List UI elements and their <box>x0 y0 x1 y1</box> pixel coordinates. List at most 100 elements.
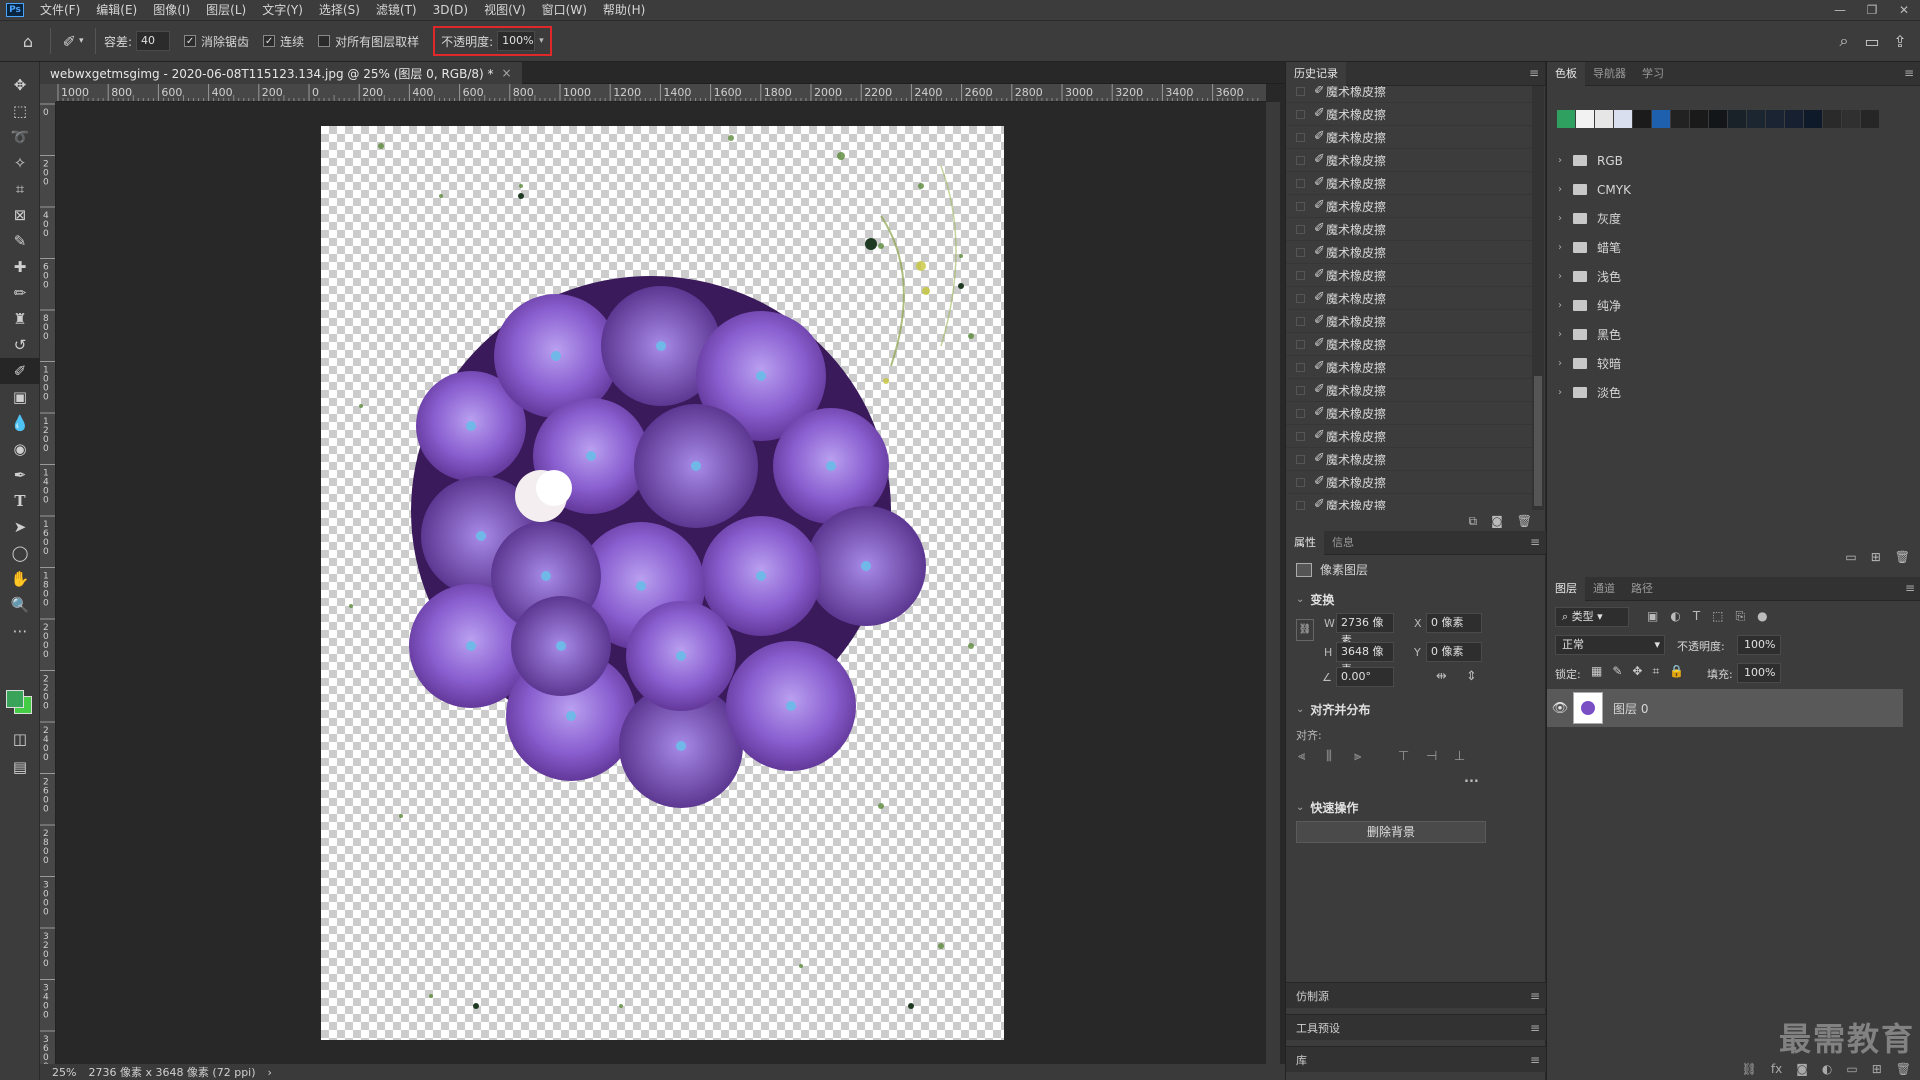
align-top-icon[interactable]: ⊤ <box>1398 749 1409 764</box>
swatch-group[interactable]: › 较暗 <box>1547 349 1920 378</box>
height-input[interactable]: 3648 像素 <box>1336 642 1394 676</box>
contiguous-checkbox[interactable]: ✓ 连续 <box>263 33 304 50</box>
hand-tool-icon[interactable]: ✋ <box>0 566 40 592</box>
menu-edit[interactable]: 编辑(E) <box>88 0 145 20</box>
status-menu-arrow[interactable]: › <box>268 1066 272 1079</box>
swatch-group[interactable]: › 灰度 <box>1547 204 1920 233</box>
panel-menu-icon[interactable]: ≡ <box>1530 1021 1540 1035</box>
history-source-checkbox[interactable] <box>1296 110 1305 119</box>
lock-artboard-icon[interactable]: ⌗ <box>1652 664 1659 679</box>
mask-icon[interactable]: ◙ <box>1796 1062 1808 1076</box>
new-document-from-state-icon[interactable]: ⧉ <box>1469 514 1478 529</box>
panel-menu-icon[interactable]: ≡ <box>1904 66 1914 80</box>
chevron-right-icon[interactable]: › <box>1551 271 1569 282</box>
align-bottom-icon[interactable]: ⊥ <box>1454 749 1465 764</box>
trash-icon[interactable]: 🗑 <box>1896 1062 1911 1076</box>
history-item[interactable]: ✐ 魔术橡皮擦 <box>1286 241 1532 264</box>
color-swatch[interactable] <box>1728 110 1746 128</box>
magic-eraser-preset-icon[interactable]: ✐ ▾ <box>59 27 87 55</box>
tab-layers[interactable]: 图层 <box>1547 576 1585 601</box>
swatch-group[interactable]: › CMYK <box>1547 175 1920 204</box>
angle-input[interactable]: 0.00° <box>1336 667 1394 687</box>
history-brush-tool-icon[interactable]: ↺ <box>0 332 40 358</box>
history-source-checkbox[interactable] <box>1296 87 1305 96</box>
align-vcenter-icon[interactable]: ⊣ <box>1426 749 1437 764</box>
history-source-checkbox[interactable] <box>1296 501 1305 510</box>
group-icon[interactable]: ▭ <box>1846 1062 1857 1076</box>
stamp-tool-icon[interactable]: ♜ <box>0 306 40 332</box>
history-scrollbar[interactable] <box>1532 86 1544 510</box>
align-left-icon[interactable]: ⫷ <box>1298 749 1305 764</box>
clone-source-panel[interactable]: 仿制源 ≡ <box>1286 982 1546 1008</box>
canvas-area[interactable] <box>56 102 1266 1064</box>
swatch-group[interactable]: › 浅色 <box>1547 262 1920 291</box>
panel-menu-icon[interactable]: ≡ <box>1905 581 1915 595</box>
tab-channels[interactable]: 通道 <box>1585 577 1623 601</box>
menu-type[interactable]: 文字(Y) <box>254 0 311 20</box>
fx-icon[interactable]: fx <box>1771 1062 1782 1076</box>
chevron-right-icon[interactable]: › <box>1551 387 1569 398</box>
history-item[interactable]: ✐ 魔术橡皮擦 <box>1286 471 1532 494</box>
adjustment-filter-icon[interactable]: ◐ <box>1670 609 1680 624</box>
home-icon[interactable]: ⌂ <box>14 27 42 55</box>
history-source-checkbox[interactable] <box>1296 133 1305 142</box>
tab-info[interactable]: 信息 <box>1324 531 1362 555</box>
tab-swatches[interactable]: 色板 <box>1547 61 1585 86</box>
search-icon[interactable]: ⌕ <box>1830 27 1858 55</box>
color-swatch[interactable] <box>1861 110 1879 128</box>
chevron-right-icon[interactable]: › <box>1551 184 1569 195</box>
color-swatch[interactable] <box>1576 110 1594 128</box>
y-input[interactable]: 0 像素 <box>1426 642 1482 662</box>
remove-background-button[interactable]: 删除背景 <box>1296 821 1486 843</box>
history-source-checkbox[interactable] <box>1296 340 1305 349</box>
crop-tool-icon[interactable]: ⌗ <box>0 176 40 202</box>
history-item[interactable]: ✐ 魔术橡皮擦 <box>1286 264 1532 287</box>
image-filter-icon[interactable]: ▣ <box>1647 609 1658 624</box>
tab-history[interactable]: 历史记录 <box>1286 61 1346 86</box>
history-item[interactable]: ✐ 魔术橡皮擦 <box>1286 379 1532 402</box>
eye-icon[interactable]: 👁 <box>1547 701 1573 716</box>
history-item[interactable]: ✐ 魔术橡皮擦 <box>1286 86 1532 103</box>
frame-tool-icon[interactable]: ⊠ <box>0 202 40 228</box>
history-source-checkbox[interactable] <box>1296 386 1305 395</box>
move-tool-icon[interactable]: ✥ <box>0 72 40 98</box>
smart-object-filter-icon[interactable]: ⎘ <box>1736 609 1746 624</box>
tab-navigator[interactable]: 导航器 <box>1585 62 1634 86</box>
flip-vertical-icon[interactable]: ⇕ <box>1466 669 1477 684</box>
history-source-checkbox[interactable] <box>1296 271 1305 280</box>
vertical-ruler[interactable]: 0200400600800100012001400160018002000220… <box>40 102 56 1064</box>
history-item[interactable]: ✐ 魔术橡皮擦 <box>1286 333 1532 356</box>
menu-file[interactable]: 文件(F) <box>32 0 88 20</box>
menu-help[interactable]: 帮助(H) <box>595 0 653 20</box>
history-source-checkbox[interactable] <box>1296 294 1305 303</box>
opacity-input[interactable]: 100% <box>497 31 536 51</box>
gradient-tool-icon[interactable]: ▣ <box>0 384 40 410</box>
chevron-right-icon[interactable]: › <box>1551 155 1569 166</box>
eyedropper-tool-icon[interactable]: ✎ <box>0 228 40 254</box>
chevron-down-icon[interactable]: ▾ <box>539 36 544 46</box>
menu-image[interactable]: 图像(I) <box>145 0 198 20</box>
type-filter-icon[interactable]: T <box>1693 609 1700 624</box>
history-source-checkbox[interactable] <box>1296 179 1305 188</box>
layer-opacity-input[interactable]: 100% <box>1737 635 1781 655</box>
color-swatch[interactable] <box>1823 110 1841 128</box>
blend-mode-select[interactable]: 正常 ▾ <box>1555 635 1665 655</box>
lock-pixels-icon[interactable]: ✎ <box>1612 664 1622 679</box>
snapshot-icon[interactable]: ◙ <box>1491 514 1503 528</box>
menu-3d[interactable]: 3D(D) <box>425 0 476 20</box>
ellipse-tool-icon[interactable]: ◯ <box>0 540 40 566</box>
lock-all-icon[interactable]: 🔒 <box>1669 664 1684 679</box>
swatch-group[interactable]: › 黑色 <box>1547 320 1920 349</box>
color-swatch[interactable] <box>1766 110 1784 128</box>
history-item[interactable]: ✐ 魔术橡皮擦 <box>1286 287 1532 310</box>
more-tools-icon[interactable]: ⋯ <box>0 618 40 644</box>
color-swatch[interactable] <box>1690 110 1708 128</box>
brush-tool-icon[interactable]: ✏ <box>0 280 40 306</box>
link-icon[interactable]: ⛓ <box>1296 619 1314 641</box>
align-hcenter-icon[interactable]: ⫼ <box>1326 749 1332 764</box>
color-swatch[interactable] <box>1557 110 1575 128</box>
chevron-right-icon[interactable]: › <box>1551 242 1569 253</box>
swatch-group[interactable]: › 纯净 <box>1547 291 1920 320</box>
lasso-tool-icon[interactable]: ➰ <box>0 124 40 150</box>
history-source-checkbox[interactable] <box>1296 248 1305 257</box>
